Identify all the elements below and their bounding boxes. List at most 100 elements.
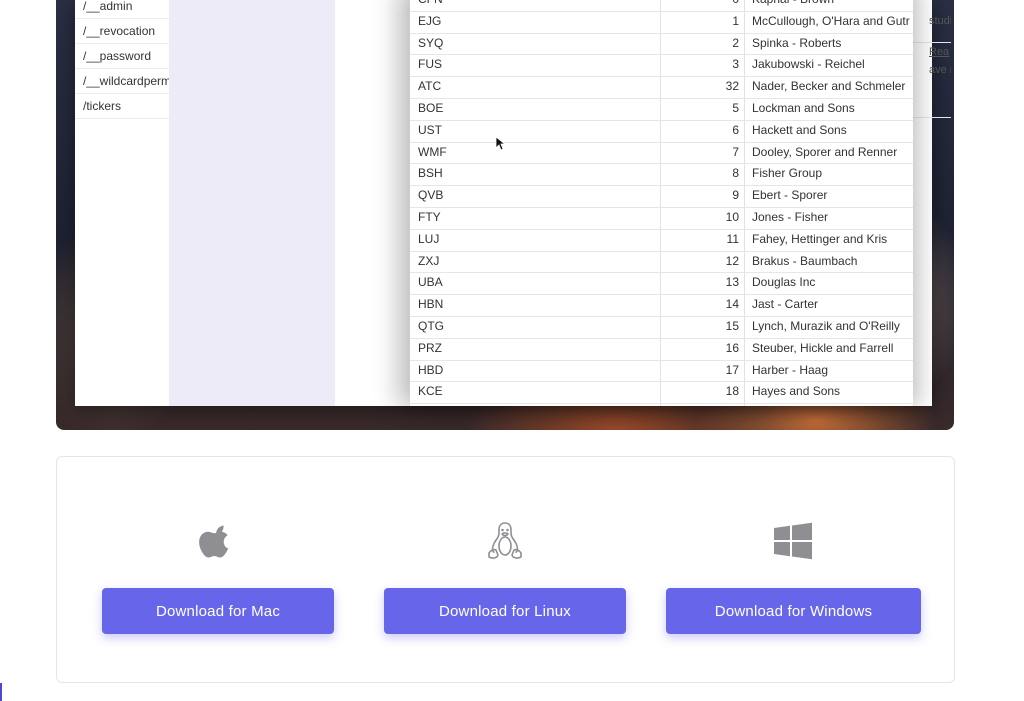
cell-id: 14 — [725, 297, 739, 312]
route-item-revocation[interactable]: /__revocation — [83, 22, 169, 40]
cell-company-name: McCullough, O'Hara and Gutr — [752, 13, 910, 28]
download-mac-button[interactable]: Download for Mac — [102, 588, 334, 634]
cell-company-name: Lockman and Sons — [752, 101, 855, 115]
cell-symbol: QVB — [418, 188, 444, 203]
cell-company-name: Brakus - Baumbach — [752, 253, 858, 268]
cell-id: 2 — [732, 35, 739, 50]
cell-symbol: LUJ — [418, 231, 440, 246]
cell-id: 8 — [732, 166, 739, 181]
divider — [913, 117, 951, 118]
cell-id: 17 — [725, 362, 739, 377]
cell-company-name: Hayes and Sons — [752, 384, 841, 399]
cell-company-name: Jast - Carter — [752, 297, 819, 312]
table-row[interactable]: FTY 10 Jones - Fisher — [410, 207, 913, 230]
cell-id: 15 — [725, 319, 739, 333]
cell-symbol: FTY — [418, 210, 441, 224]
cell-company-name: Fahey, Hettinger and Kris — [752, 231, 888, 246]
cell-symbol: UST — [418, 122, 442, 137]
cell-id: 11 — [726, 231, 739, 246]
table-row[interactable]: HBD 17 Harber - Haag — [410, 360, 913, 383]
table-row[interactable]: SYQ 2 Spinka - Roberts — [410, 33, 913, 56]
cell-id: 5 — [732, 101, 739, 115]
route-item-password[interactable]: /__password — [83, 47, 169, 65]
linux-tux-icon — [488, 522, 522, 559]
cell-symbol: HBN — [418, 297, 444, 312]
table-row[interactable]: ZXJ 12 Brakus - Baumbach — [410, 251, 913, 274]
cell-company-name: Fisher Group — [752, 166, 823, 181]
divider — [75, 93, 169, 94]
cell-symbol: ZXJ — [418, 253, 440, 268]
cell-id: 7 — [732, 144, 739, 159]
cell-symbol: SYQ — [418, 35, 444, 50]
cell-symbol: KCE — [418, 384, 443, 399]
route-item-admin[interactable]: /__admin — [83, 0, 169, 15]
cell-company-name: Spinka - Roberts — [752, 35, 842, 50]
cell-company-name: Hackett and Sons — [752, 122, 847, 137]
right-edge-text: studio — [929, 15, 951, 27]
cell-company-name: Kaphai - Brown — [752, 0, 912, 10]
divider — [75, 43, 169, 44]
table-row[interactable]: BSH 8 Fisher Group — [410, 163, 913, 187]
table-row[interactable]: UST 6 Hackett and Sons — [410, 120, 913, 143]
divider — [75, 68, 169, 69]
table-row[interactable]: BOE 5 Lockman and Sons — [410, 98, 913, 121]
cell-company-name: Dooley, Sporer and Renner — [752, 144, 898, 159]
routes-sidebar: /__admin /__revocation /__password /__wi… — [75, 0, 170, 406]
route-item-tickers[interactable]: /tickers — [83, 97, 169, 115]
cell-symbol: EJG — [418, 13, 442, 28]
cell-symbol: BSH — [418, 166, 443, 181]
cell-symbol: ATC — [418, 79, 442, 94]
download-card: Download for Mac Download for Linux Down… — [56, 456, 955, 683]
table-row[interactable]: ATC 32 Nader, Becker and Schmeler — [410, 76, 913, 99]
divider — [75, 118, 169, 119]
data-grid: CFN 0 Kaphai - Brown EJG 1 McCullough, O'Hara… — [410, 0, 913, 406]
mouse-cursor-icon — [496, 137, 506, 151]
table-row[interactable]: PRZ 16 Steuber, Hickle and Farrell — [410, 338, 913, 361]
windows-icon — [774, 522, 812, 560]
table-row[interactable]: WMF 7 Dooley, Sporer and Renner — [410, 142, 913, 165]
table-row[interactable]: EJG 1 McCullough, O'Hara and Gutr — [410, 11, 913, 34]
right-edge-link[interactable]: Rea — [929, 46, 951, 58]
cell-company-name: Nader, Becker and Schmeler — [752, 79, 906, 94]
cell-symbol: UBA — [418, 275, 443, 290]
product-screenshot: /__admin /__revocation /__password /__wi… — [56, 0, 954, 430]
cell-symbol: HBD — [418, 362, 444, 377]
cell-id: 9 — [732, 188, 739, 203]
cell-id: 12 — [725, 253, 739, 268]
cell-symbol: FUS — [418, 57, 442, 72]
cell-company-name: Jones - Fisher — [752, 210, 829, 224]
table-row[interactable]: QVB 9 Ebert - Sporer — [410, 185, 913, 208]
cell-symbol: CFN — [418, 0, 443, 10]
cell-symbol: WMF — [418, 144, 447, 159]
cell-id: 1 — [732, 13, 739, 28]
divider — [75, 18, 169, 19]
cell-company-name: Lynch, Murazik and O'Reilly — [752, 319, 900, 333]
table-row[interactable]: FUS 3 Jakubowski - Reichel — [410, 54, 913, 78]
cell-company-name: Douglas Inc — [752, 275, 816, 290]
table-row[interactable]: LUJ 11 Fahey, Hettinger and Kris — [410, 229, 913, 252]
cell-id: 16 — [725, 340, 739, 355]
cell-id: 10 — [725, 210, 739, 224]
cell-id: 13 — [725, 275, 739, 290]
cell-id: 6 — [732, 122, 739, 137]
cell-company-name: Steuber, Hickle and Farrell — [752, 340, 894, 355]
table-row[interactable]: QTG 15 Lynch, Murazik and O'Reilly — [410, 316, 913, 339]
table-row[interactable]: HBN 14 Jast - Carter — [410, 294, 913, 317]
cell-symbol: BOE — [418, 101, 444, 115]
route-item-wildcardperm[interactable]: /__wildcardperm — [83, 72, 169, 90]
cell-symbol: QTG — [418, 319, 444, 333]
middle-panel — [169, 0, 335, 406]
right-edge-text: ave r — [929, 64, 951, 76]
table-row[interactable]: UBA 13 Douglas Inc — [410, 272, 913, 296]
edge-marker — [0, 683, 2, 701]
cell-id: 18 — [725, 384, 739, 399]
cell-id: 3 — [732, 57, 739, 72]
download-windows-button[interactable]: Download for Windows — [666, 588, 921, 634]
download-linux-button[interactable]: Download for Linux — [384, 588, 626, 634]
cell-id: 32 — [725, 79, 739, 94]
apple-icon — [199, 525, 229, 558]
table-row[interactable]: KCE 18 Hayes and Sons — [410, 381, 913, 405]
cell-company-name: Jakubowski - Reichel — [752, 57, 865, 72]
app-window: /__admin /__revocation /__password /__wi… — [75, 0, 951, 406]
cell-id: 0 — [663, 0, 739, 10]
